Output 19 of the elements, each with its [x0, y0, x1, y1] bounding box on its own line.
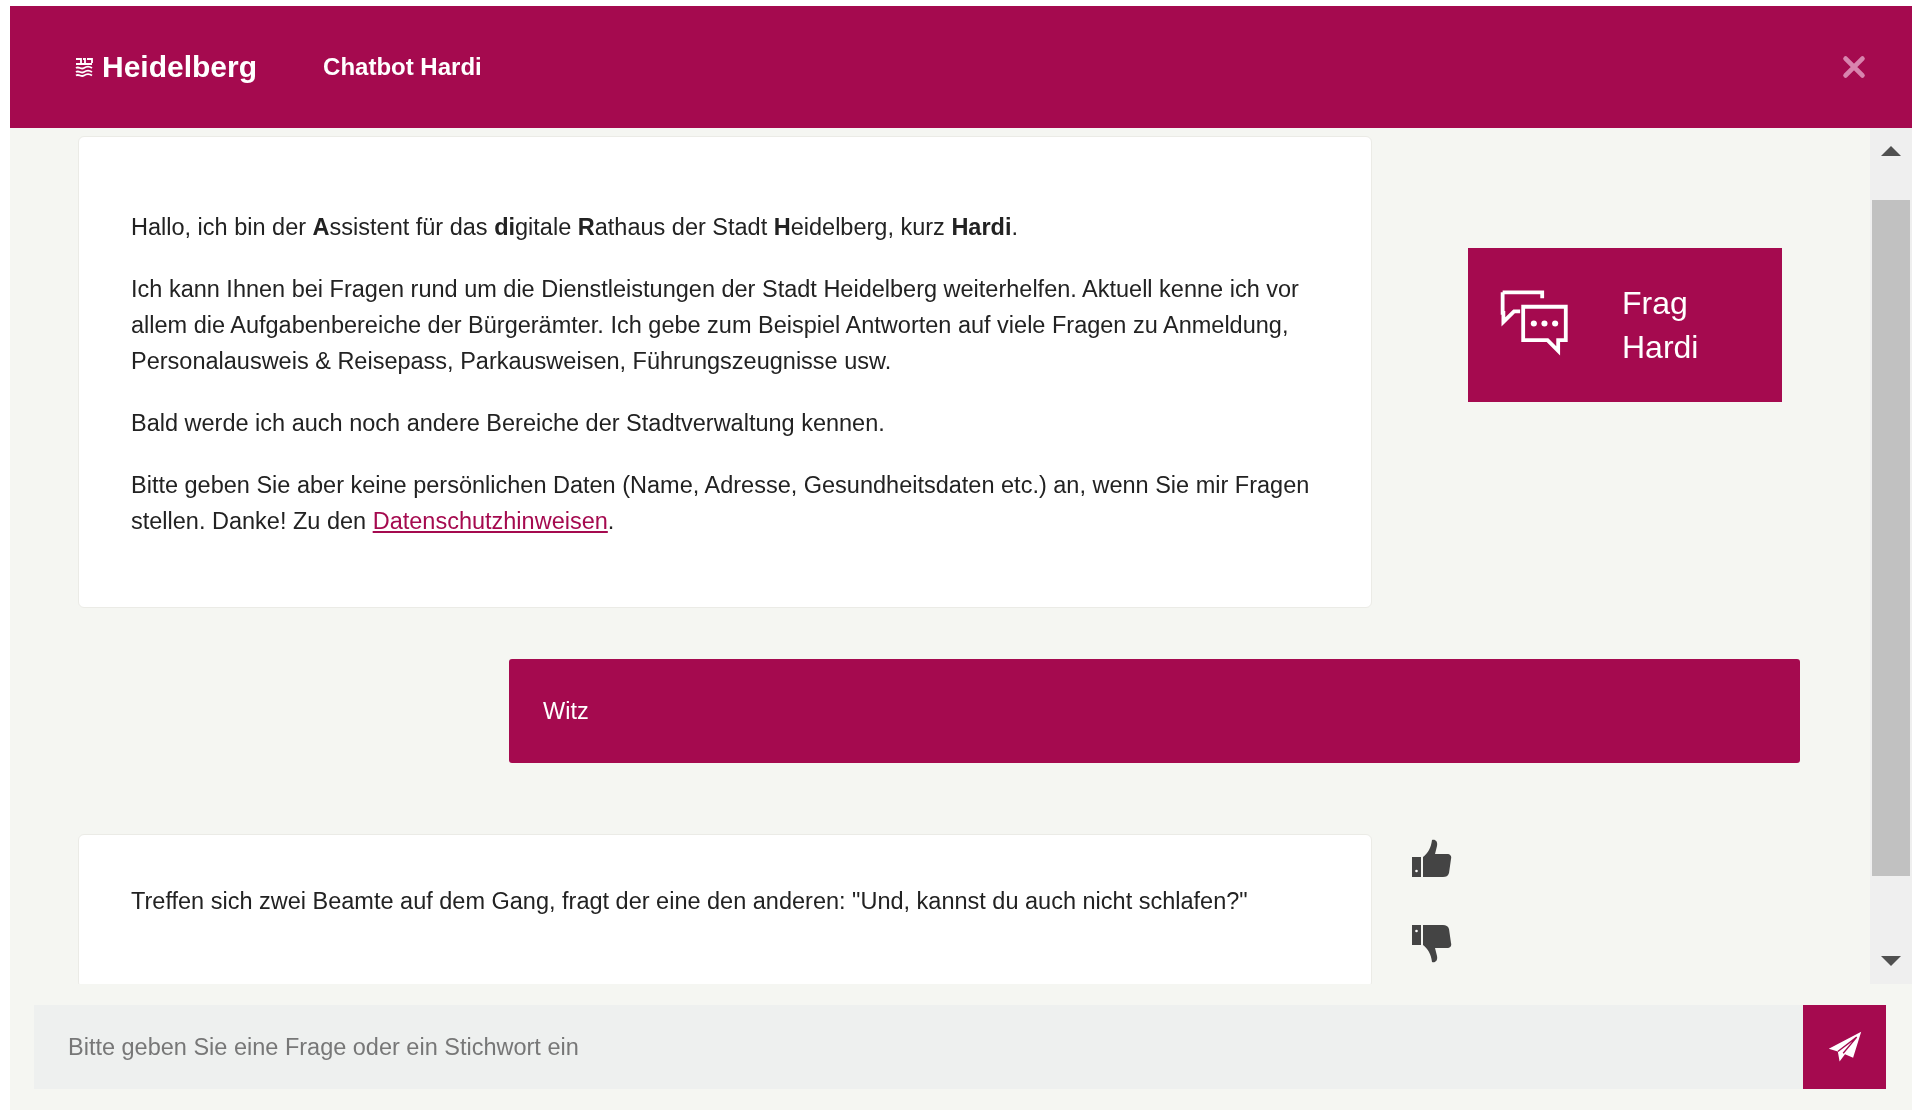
message-text: Bitte geben Sie aber keine persönlichen Daten (Name, Adresse, Gesundheitsdaten etc.) an, wenn Sie mir Fragen stellen. Danke! Zu den Datenschutzhinweisen. [131, 471, 1311, 536]
user-message-bubble: Witz [509, 659, 1800, 763]
close-icon [1842, 55, 1866, 79]
message-text: Bald werde ich auch noch andere Bereiche der Stadtverwaltung kennen. [131, 409, 886, 438]
message-text: Hallo, ich bin der Assistent für das digitale Rathaus der Stadt Heidelberg, kurz Hardi. [131, 213, 1019, 242]
message-text: Treffen sich zwei Beamte auf dem Gang, fragt der eine den anderen: "Und, kannst du auch nicht schlafen?" [131, 887, 1249, 916]
scroll-up-arrow-icon[interactable] [1881, 144, 1901, 156]
city-logo-icon [74, 57, 94, 77]
scrollbar[interactable] [1870, 128, 1912, 984]
privacy-link[interactable]: Datenschutzhinweisen [372, 508, 608, 534]
message-text: Ich kann Ihnen bei Fragen rund um die Dienstleistungen der Stadt Heidelberg weiterhelfen. Aktuell kenne ich vor allem die Aufgabenbereiche der Bürgerämter. Ich gebe zum Beispiel Antworten auf viele Fragen zu Anmeldung, Personalausweis & Reisepass, Parkausweisen, Führungszeugnisse usw. [131, 275, 1300, 376]
scrollbar-thumb[interactable] [1872, 200, 1910, 876]
close-button[interactable] [1842, 55, 1866, 79]
scroll-down-arrow-icon[interactable] [1881, 956, 1901, 968]
chatbot-title: Chatbot Hardi [323, 53, 482, 81]
send-button[interactable] [1803, 1005, 1886, 1089]
ask-hardi-button[interactable]: Frag Hardi [1468, 248, 1782, 402]
question-input-field[interactable]: Bitte geben Sie eine Frage oder ein Stichwort ein [34, 1005, 1803, 1089]
city-logo-text: Heidelberg [102, 50, 258, 84]
